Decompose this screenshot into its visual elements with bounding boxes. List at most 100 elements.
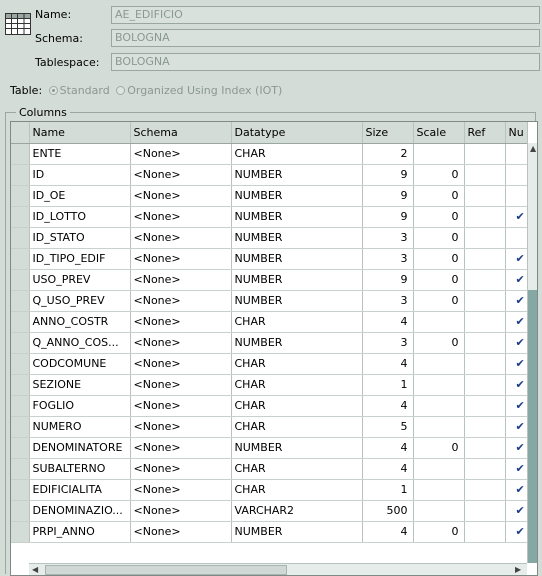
cell-name[interactable]: ID	[29, 164, 131, 186]
row-header[interactable]	[11, 353, 30, 375]
scroll-right-arrow-icon[interactable]: ▶	[515, 565, 521, 575]
row-header[interactable]	[11, 437, 30, 459]
horizontal-scrollbar[interactable]: ◀ ▶	[29, 563, 527, 575]
cell-size[interactable]: 9	[362, 185, 414, 207]
cell-schema[interactable]: <None>	[130, 500, 232, 522]
cell-nullable[interactable]: ✔	[505, 269, 528, 291]
scroll-up-arrow-icon[interactable]: ▲	[530, 144, 536, 154]
row-header[interactable]	[11, 206, 30, 228]
cell-nullable[interactable]: ✔	[505, 437, 528, 459]
cell-name[interactable]: ANNO_COSTR	[29, 311, 131, 333]
cell-datatype[interactable]: NUMBER	[231, 269, 363, 291]
cell-schema[interactable]: <None>	[130, 248, 232, 270]
cell-datatype[interactable]: CHAR	[231, 311, 363, 333]
cell-schema[interactable]: <None>	[130, 311, 232, 333]
cell-scale[interactable]	[413, 311, 465, 333]
cell-ref[interactable]	[464, 248, 506, 270]
cell-scale[interactable]	[413, 458, 465, 480]
cell-schema[interactable]: <None>	[130, 332, 232, 354]
cell-schema[interactable]: <None>	[130, 206, 232, 228]
cell-size[interactable]: 3	[362, 290, 414, 312]
table-row[interactable]: EDIFICIALITA <None> CHAR 1 ✔	[11, 479, 528, 501]
cell-nullable[interactable]	[505, 164, 528, 186]
header-nullable[interactable]: Nu	[505, 122, 528, 144]
table-row[interactable]: ID_TIPO_EDIF <None> NUMBER 3 0 ✔	[11, 248, 528, 270]
cell-size[interactable]: 4	[362, 353, 414, 375]
row-header[interactable]	[11, 500, 30, 522]
cell-nullable[interactable]: ✔	[505, 521, 528, 543]
cell-nullable[interactable]: ✔	[505, 374, 528, 396]
cell-scale[interactable]: 0	[413, 332, 465, 354]
row-header[interactable]	[11, 416, 30, 438]
cell-scale[interactable]	[413, 353, 465, 375]
cell-nullable[interactable]: ✔	[505, 206, 528, 228]
cell-size[interactable]: 2	[362, 143, 414, 165]
cell-datatype[interactable]: CHAR	[231, 416, 363, 438]
cell-name[interactable]: USO_PREV	[29, 269, 131, 291]
header-name[interactable]: Name	[29, 122, 131, 144]
cell-ref[interactable]	[464, 521, 506, 543]
cell-name[interactable]: Q_ANNO_COS...	[29, 332, 131, 354]
cell-ref[interactable]	[464, 164, 506, 186]
cell-scale[interactable]: 0	[413, 185, 465, 207]
cell-datatype[interactable]: NUMBER	[231, 290, 363, 312]
vertical-scroll-thumb[interactable]	[528, 290, 537, 563]
cell-nullable[interactable]: ✔	[505, 479, 528, 501]
row-header[interactable]	[11, 290, 30, 312]
name-field[interactable]: AE_EDIFICIO	[111, 6, 540, 24]
cell-size[interactable]: 4	[362, 458, 414, 480]
cell-ref[interactable]	[464, 437, 506, 459]
vertical-scrollbar[interactable]: ▲	[527, 143, 537, 563]
cell-ref[interactable]	[464, 458, 506, 480]
table-row[interactable]: DENOMINAZIO... <None> VARCHAR2 500 ✔	[11, 500, 528, 522]
cell-nullable[interactable]: ✔	[505, 332, 528, 354]
cell-datatype[interactable]: NUMBER	[231, 332, 363, 354]
cell-schema[interactable]: <None>	[130, 437, 232, 459]
row-header[interactable]	[11, 185, 30, 207]
table-row[interactable]: SUBALTERNO <None> CHAR 4 ✔	[11, 458, 528, 480]
cell-ref[interactable]	[464, 206, 506, 228]
cell-datatype[interactable]: CHAR	[231, 458, 363, 480]
cell-ref[interactable]	[464, 269, 506, 291]
cell-schema[interactable]: <None>	[130, 458, 232, 480]
cell-size[interactable]: 9	[362, 164, 414, 186]
table-row[interactable]: ID_STATO <None> NUMBER 3 0	[11, 227, 528, 249]
cell-nullable[interactable]: ✔	[505, 353, 528, 375]
scroll-left-arrow-icon[interactable]: ◀	[32, 565, 38, 575]
cell-name[interactable]: ID_OE	[29, 185, 131, 207]
header-schema[interactable]: Schema	[130, 122, 232, 144]
cell-size[interactable]: 4	[362, 521, 414, 543]
table-row[interactable]: SEZIONE <None> CHAR 1 ✔	[11, 374, 528, 396]
cell-schema[interactable]: <None>	[130, 269, 232, 291]
cell-scale[interactable]: 0	[413, 227, 465, 249]
cell-name[interactable]: NUMERO	[29, 416, 131, 438]
cell-scale[interactable]: 0	[413, 248, 465, 270]
cell-name[interactable]: EDIFICIALITA	[29, 479, 131, 501]
cell-ref[interactable]	[464, 143, 506, 165]
cell-size[interactable]: 1	[362, 479, 414, 501]
cell-schema[interactable]: <None>	[130, 143, 232, 165]
table-row[interactable]: FOGLIO <None> CHAR 4 ✔	[11, 395, 528, 417]
header-ref[interactable]: Ref	[464, 122, 506, 144]
cell-datatype[interactable]: CHAR	[231, 353, 363, 375]
horizontal-scroll-thumb[interactable]	[45, 565, 287, 575]
cell-name[interactable]: ID_STATO	[29, 227, 131, 249]
cell-schema[interactable]: <None>	[130, 416, 232, 438]
row-header[interactable]	[11, 395, 30, 417]
cell-size[interactable]: 3	[362, 332, 414, 354]
cell-schema[interactable]: <None>	[130, 479, 232, 501]
cell-scale[interactable]	[413, 500, 465, 522]
cell-scale[interactable]: 0	[413, 290, 465, 312]
cell-scale[interactable]	[413, 395, 465, 417]
cell-schema[interactable]: <None>	[130, 227, 232, 249]
cell-schema[interactable]: <None>	[130, 353, 232, 375]
cell-name[interactable]: SEZIONE	[29, 374, 131, 396]
cell-scale[interactable]	[413, 143, 465, 165]
table-row[interactable]: Q_ANNO_COS... <None> NUMBER 3 0 ✔	[11, 332, 528, 354]
cell-size[interactable]: 4	[362, 311, 414, 333]
row-header[interactable]	[11, 311, 30, 333]
header-datatype[interactable]: Datatype	[231, 122, 363, 144]
table-row[interactable]: NUMERO <None> CHAR 5 ✔	[11, 416, 528, 438]
header-scale[interactable]: Scale	[413, 122, 465, 144]
row-header[interactable]	[11, 143, 30, 165]
